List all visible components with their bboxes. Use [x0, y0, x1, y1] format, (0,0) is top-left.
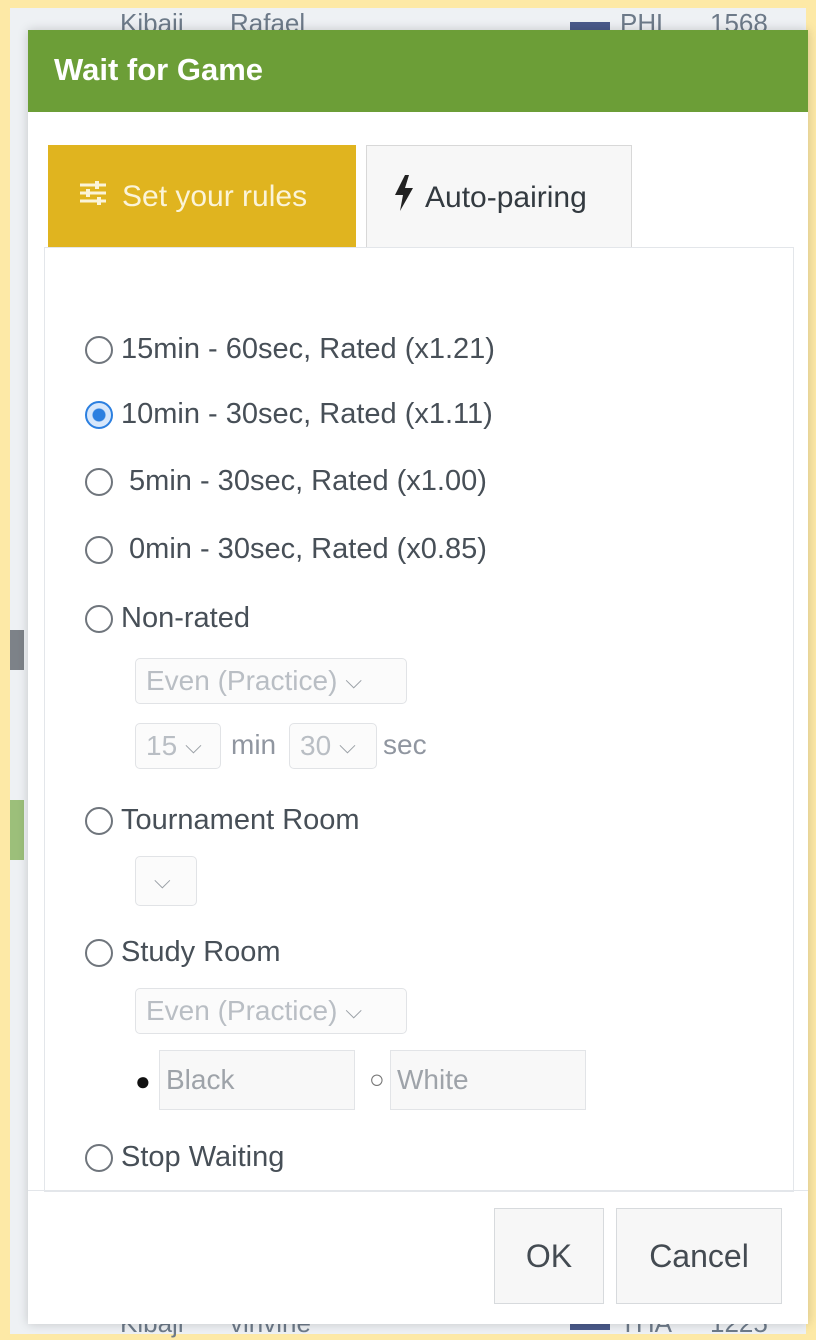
radio-button[interactable]	[85, 335, 113, 364]
option-0min-30sec-rated[interactable]: 0min - 30sec, Rated (x0.85)	[85, 533, 487, 566]
radio-button-checked[interactable]	[85, 400, 113, 429]
chevron-down-icon: ⌵	[185, 733, 202, 758]
option-study-room[interactable]: Study Room	[85, 936, 281, 969]
white-stone-icon: ○	[369, 1064, 385, 1094]
white-player-field[interactable]: White	[390, 1050, 586, 1110]
option-label: Non-rated	[121, 602, 250, 634]
option-15min-60sec-rated[interactable]: 15min - 60sec, Rated (x1.21)	[85, 333, 495, 366]
white-player-placeholder: White	[397, 1064, 469, 1095]
black-player-placeholder: Black	[166, 1064, 235, 1095]
tab-auto-pairing[interactable]: Auto-pairing	[366, 145, 632, 249]
cancel-button[interactable]: Cancel	[616, 1208, 782, 1304]
wait-for-game-dialog: Wait for Game Set your rules Auto-pairin…	[28, 30, 808, 1324]
black-player-field[interactable]: Black	[159, 1050, 355, 1110]
nonrated-seconds-select[interactable]: 30 ⌵	[289, 723, 377, 769]
dialog-title-bar[interactable]: Wait for Game	[28, 30, 808, 112]
nonrated-handicap-select[interactable]: Even (Practice) ⌵	[135, 658, 407, 704]
footer-divider	[28, 1190, 808, 1191]
option-label: Tournament Room	[121, 804, 360, 836]
country-flag-icon	[570, 22, 610, 30]
study-handicap-select[interactable]: Even (Practice) ⌵	[135, 988, 407, 1034]
option-label: Stop Waiting	[121, 1141, 285, 1173]
dialog-title: Wait for Game	[54, 52, 263, 87]
option-10min-30sec-rated[interactable]: 10min - 30sec, Rated (x1.11)	[85, 398, 493, 431]
radio-button[interactable]	[85, 1143, 113, 1172]
black-stone-icon: ●	[135, 1066, 151, 1096]
ok-button[interactable]: OK	[494, 1208, 604, 1304]
option-5min-30sec-rated[interactable]: 5min - 30sec, Rated (x1.00)	[85, 465, 487, 498]
tab-label: Set your rules	[122, 180, 308, 213]
background-edge	[10, 800, 24, 860]
select-value: 30	[300, 730, 332, 761]
nonrated-minutes-select[interactable]: 15 ⌵	[135, 723, 221, 769]
sliders-icon	[78, 178, 108, 217]
option-label: 5min - 30sec, Rated (x1.00)	[121, 465, 487, 497]
chevron-down-icon: ⌵	[339, 733, 356, 758]
radio-button[interactable]	[85, 535, 113, 564]
option-non-rated[interactable]: Non-rated	[85, 602, 250, 635]
select-value: Even (Practice)	[146, 995, 338, 1026]
select-value: 15	[146, 730, 178, 761]
radio-button[interactable]	[85, 806, 113, 835]
background-edge	[10, 630, 24, 670]
tab-set-your-rules[interactable]: Set your rules	[48, 145, 356, 249]
chevron-down-icon: ⌵	[154, 868, 171, 893]
radio-button[interactable]	[85, 467, 113, 496]
rules-panel: 15min - 60sec, Rated (x1.21) 10min - 30s…	[44, 247, 794, 1192]
option-stop-waiting[interactable]: Stop Waiting	[85, 1141, 284, 1174]
chevron-down-icon: ⌵	[345, 998, 363, 1023]
tab-label: Auto-pairing	[425, 180, 587, 214]
option-tournament-room[interactable]: Tournament Room	[85, 804, 360, 837]
select-value: Even (Practice)	[146, 665, 338, 696]
radio-button[interactable]	[85, 604, 113, 633]
seconds-label: sec	[383, 729, 427, 760]
lightning-icon	[393, 175, 415, 220]
tournament-room-select[interactable]: ⌵	[135, 856, 197, 906]
chevron-down-icon: ⌵	[345, 668, 363, 693]
option-label: 10min - 30sec, Rated (x1.11)	[121, 398, 493, 430]
option-label: Study Room	[121, 936, 281, 968]
option-label: 15min - 60sec, Rated (x1.21)	[121, 333, 495, 365]
radio-button[interactable]	[85, 938, 113, 967]
option-label: 0min - 30sec, Rated (x0.85)	[121, 533, 487, 565]
minutes-label: min	[231, 729, 277, 760]
